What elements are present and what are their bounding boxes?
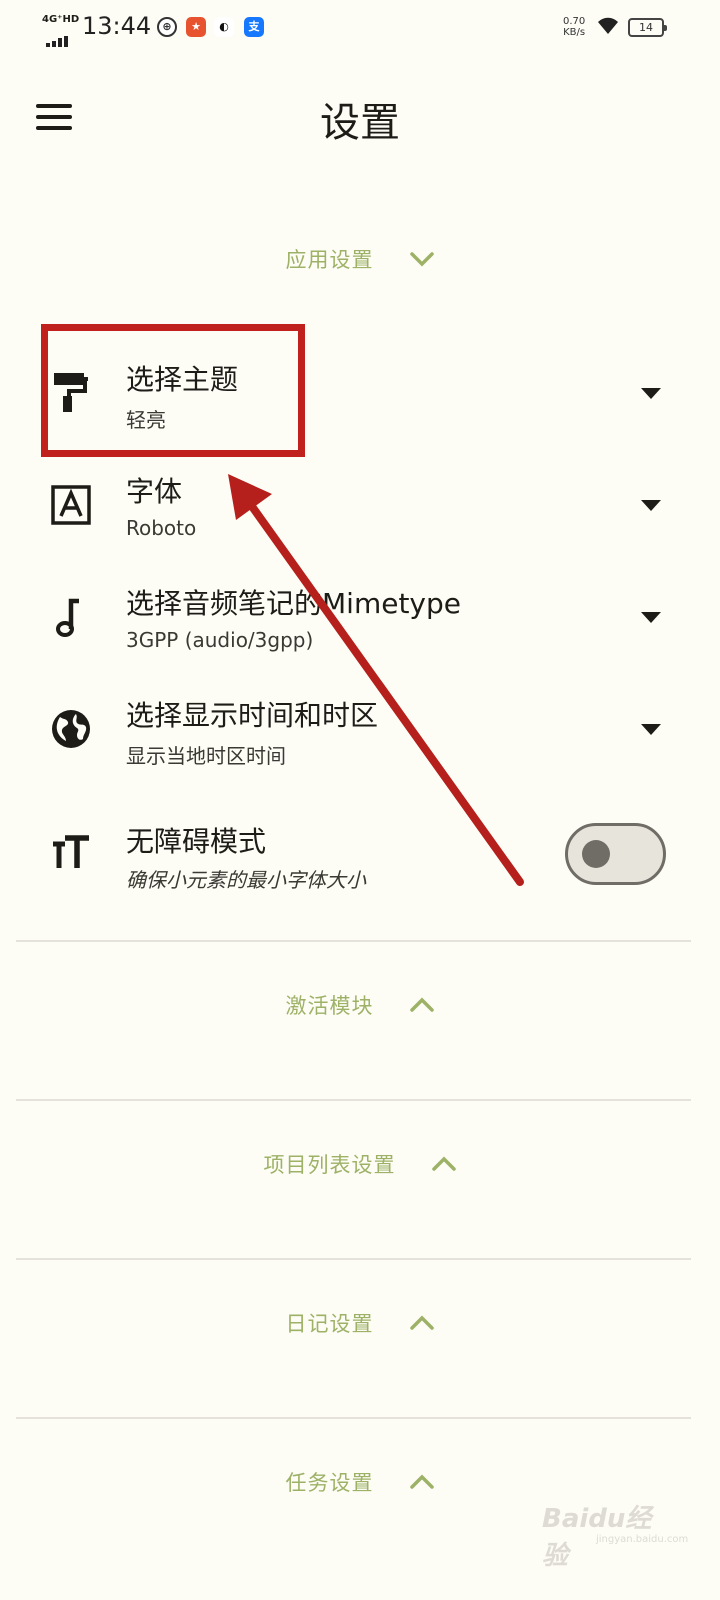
font-icon <box>51 485 91 525</box>
app-notification-icon: ★ <box>186 17 206 37</box>
section-project-list-settings[interactable]: 项目列表设置 <box>0 1149 720 1209</box>
setting-title: 选择显示时间和时区 <box>126 699 379 732</box>
chevron-up-icon <box>431 1156 456 1171</box>
globe-icon <box>52 710 90 748</box>
dropdown-arrow-icon <box>641 612 661 623</box>
annotation-highlight-box <box>41 324 305 457</box>
page-title: 设置 <box>320 100 400 146</box>
section-diary-settings[interactable]: 日记设置 <box>0 1308 720 1368</box>
section-label: 应用设置 <box>285 248 374 272</box>
section-label: 日记设置 <box>285 1312 374 1336</box>
watermark-sub: jingyan.baidu.com <box>596 1534 689 1545</box>
speed-unit: KB/s <box>563 27 586 38</box>
battery-icon: 14 <box>628 18 667 37</box>
section-app-settings[interactable]: 应用设置 <box>0 244 720 304</box>
dropdown-arrow-icon <box>641 388 661 399</box>
chevron-up-icon <box>409 997 434 1012</box>
divider <box>16 1258 691 1260</box>
setting-value: 3GPP (audio/3gpp) <box>126 628 314 652</box>
setting-title: 字体 <box>126 475 183 508</box>
section-label: 任务设置 <box>285 1471 374 1495</box>
network-speed: 0.70 KB/s <box>563 16 585 38</box>
status-time: 13:44 <box>82 12 152 40</box>
baidu-watermark: Baidu经验 jingyan.baidu.com <box>540 1490 688 1571</box>
section-activate-modules[interactable]: 激活模块 <box>0 990 720 1050</box>
divider <box>16 1099 691 1101</box>
dropdown-arrow-icon <box>641 500 661 511</box>
status-bar: 4G⁺HD 13:44 ⊕ ★ ◐ 支 0.70 KB/s 14 <box>0 0 720 56</box>
speed-value: 0.70 <box>563 16 586 27</box>
network-type: 4G⁺HD <box>42 14 80 25</box>
setting-time-zone[interactable]: 选择显示时间和时区 显示当地时区时间 <box>0 676 720 786</box>
setting-description: 确保小元素的最小字体大小 <box>126 868 366 892</box>
cellular-signal-icon: 4G⁺HD <box>42 14 80 47</box>
toggle-knob <box>582 840 610 868</box>
setting-value: 显示当地时区时间 <box>126 744 286 768</box>
divider <box>16 940 691 942</box>
section-label: 激活模块 <box>285 994 374 1018</box>
setting-value: Roboto <box>126 516 197 540</box>
setting-audio-mimetype[interactable]: 选择音频笔记的Mimetype 3GPP (audio/3gpp) <box>0 564 720 674</box>
setting-font[interactable]: 字体 Roboto <box>0 452 720 562</box>
divider <box>16 1417 691 1419</box>
text-size-icon <box>53 835 89 868</box>
wifi-icon <box>598 17 618 34</box>
panda-app-icon: ◐ <box>214 17 234 37</box>
alipay-icon: 支 <box>244 17 264 37</box>
vpn-key-icon: ⊕ <box>157 17 177 37</box>
chevron-down-icon <box>409 252 434 267</box>
music-note-icon <box>56 598 79 637</box>
section-label: 项目列表设置 <box>263 1153 396 1177</box>
chevron-up-icon <box>409 1474 434 1489</box>
setting-title: 无障碍模式 <box>126 825 267 858</box>
accessibility-toggle[interactable] <box>565 823 666 885</box>
setting-title: 选择音频笔记的Mimetype <box>126 587 461 620</box>
dropdown-arrow-icon <box>641 724 661 735</box>
chevron-up-icon <box>409 1315 434 1330</box>
